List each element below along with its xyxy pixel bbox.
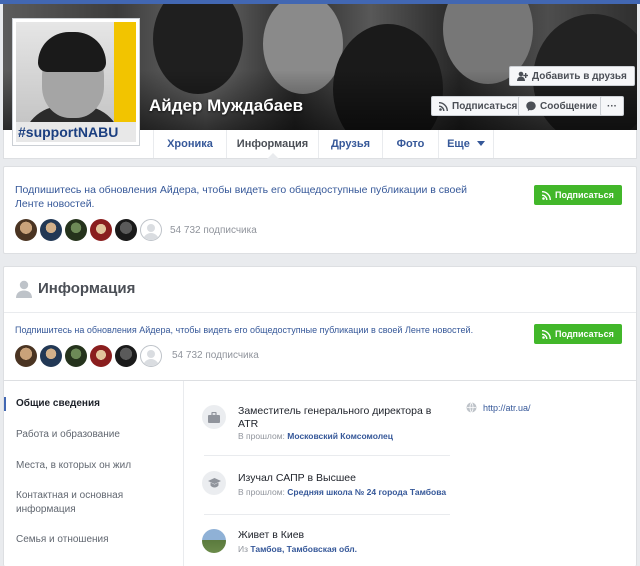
follow-subscribe-label: Подписаться (555, 190, 614, 200)
message-button[interactable]: Сообщение (518, 96, 606, 116)
follower-avatar-placeholder (140, 219, 162, 241)
follower-avatar[interactable] (15, 345, 37, 367)
follow-card: Подпишитесь на обновления Айдера, чтобы … (3, 166, 637, 254)
education-entry-title[interactable]: Изучал САПР в Высшее (238, 472, 356, 485)
follow-prompt-text: Подпишитесь на обновления Айдера, чтобы … (15, 184, 468, 210)
rss-icon (439, 101, 448, 111)
tab-timeline[interactable]: Хроника (153, 130, 226, 158)
add-friend-icon (517, 71, 528, 81)
follower-avatar[interactable] (90, 345, 112, 367)
work-icon-wrap (202, 405, 226, 429)
work-entry-prefix: В прошлом: (238, 431, 285, 441)
lives-entry-prefix: Из (238, 544, 249, 554)
about-subscribe-label: Подписаться (555, 329, 614, 339)
city-thumbnail[interactable] (202, 529, 226, 553)
more-options-button[interactable]: ··· (600, 96, 624, 116)
website-row: http://atr.ua/ (466, 402, 531, 413)
about-follower-avatars (15, 345, 162, 367)
about-title: Информация (38, 280, 136, 297)
about-follow-prompt-text: Подпишитесь на обновления Айдера, чтобы … (15, 325, 474, 335)
messenger-icon (526, 101, 536, 111)
about-nav-overview[interactable]: Общие сведения (16, 397, 176, 411)
entry-separator (204, 455, 450, 456)
work-entry-title[interactable]: Заместитель генерального директора в ATR (238, 405, 438, 431)
about-nav-family[interactable]: Семья и отношения (16, 533, 176, 547)
message-label: Сообщение (540, 100, 598, 112)
work-entry-detail[interactable]: Московский Комсомолец (287, 431, 393, 441)
globe-icon (466, 402, 477, 413)
follow-subscribe-button[interactable]: Подписаться (534, 185, 622, 205)
follower-avatars (15, 219, 162, 241)
rss-icon (542, 190, 551, 200)
tab-photos[interactable]: Фото (382, 130, 438, 158)
follower-avatar[interactable] (40, 219, 62, 241)
avatar-hair (38, 32, 106, 72)
about-nav-work-education[interactable]: Работа и образование (16, 428, 176, 442)
avatar-hashtag: #supportNABU (16, 122, 136, 142)
follower-count[interactable]: 54 732 подписчика (170, 225, 257, 236)
about-nav-places[interactable]: Места, в которых он жил (16, 459, 176, 473)
more-options-label: ··· (607, 100, 617, 112)
tab-about[interactable]: Информация (226, 130, 318, 159)
education-icon-wrap (202, 471, 226, 495)
follower-avatar[interactable] (90, 219, 112, 241)
tab-more[interactable]: Еще (438, 130, 494, 158)
caret-down-icon (476, 141, 485, 146)
follower-avatar[interactable] (65, 219, 87, 241)
subscribe-button[interactable]: Подписаться (431, 96, 526, 116)
add-friend-button[interactable]: Добавить в друзья (509, 66, 635, 86)
education-entry-detail[interactable]: Средняя школа № 24 города Тамбова (287, 487, 446, 497)
follower-avatar[interactable] (15, 219, 37, 241)
profile-picture[interactable]: #supportNABU (12, 18, 140, 146)
rss-icon (542, 329, 551, 339)
website-link[interactable]: http://atr.ua/ (483, 403, 531, 413)
tab-friends[interactable]: Друзья (318, 130, 382, 158)
follower-avatar[interactable] (40, 345, 62, 367)
avatar-image: #supportNABU (16, 22, 136, 142)
profile-name[interactable]: Айдер Муждабаев (149, 96, 303, 116)
person-icon (16, 280, 32, 298)
subscribe-label: Подписаться (452, 100, 518, 112)
active-nav-indicator (4, 397, 6, 411)
tab-more-label: Еще (447, 138, 470, 150)
education-entry-prefix: В прошлом: (238, 487, 285, 497)
education-entry-past: В прошлом: Средняя школа № 24 города Там… (238, 487, 446, 497)
work-entry-past: В прошлом: Московский Комсомолец (238, 431, 393, 441)
about-card: Информация Подпишитесь на обновления Айд… (3, 266, 637, 566)
about-follower-count[interactable]: 54 732 подписчика (172, 350, 259, 361)
about-header: Информация (4, 267, 636, 313)
follower-avatar-placeholder (140, 345, 162, 367)
follower-avatar[interactable] (115, 345, 137, 367)
follower-avatar[interactable] (115, 219, 137, 241)
graduation-cap-icon (207, 478, 221, 488)
about-nav-contact[interactable]: Контактная и основная информация (16, 489, 156, 517)
lives-entry-detail[interactable]: Тамбов, Тамбовская обл. (250, 544, 357, 554)
add-friend-label: Добавить в друзья (532, 70, 627, 82)
lives-entry-title[interactable]: Живет в Киев (238, 529, 304, 542)
about-subscribe-button[interactable]: Подписаться (534, 324, 622, 344)
briefcase-icon (208, 411, 220, 423)
lives-entry-from: Из Тамбов, Тамбовская обл. (238, 544, 357, 554)
follower-avatar[interactable] (65, 345, 87, 367)
entry-separator (204, 514, 450, 515)
